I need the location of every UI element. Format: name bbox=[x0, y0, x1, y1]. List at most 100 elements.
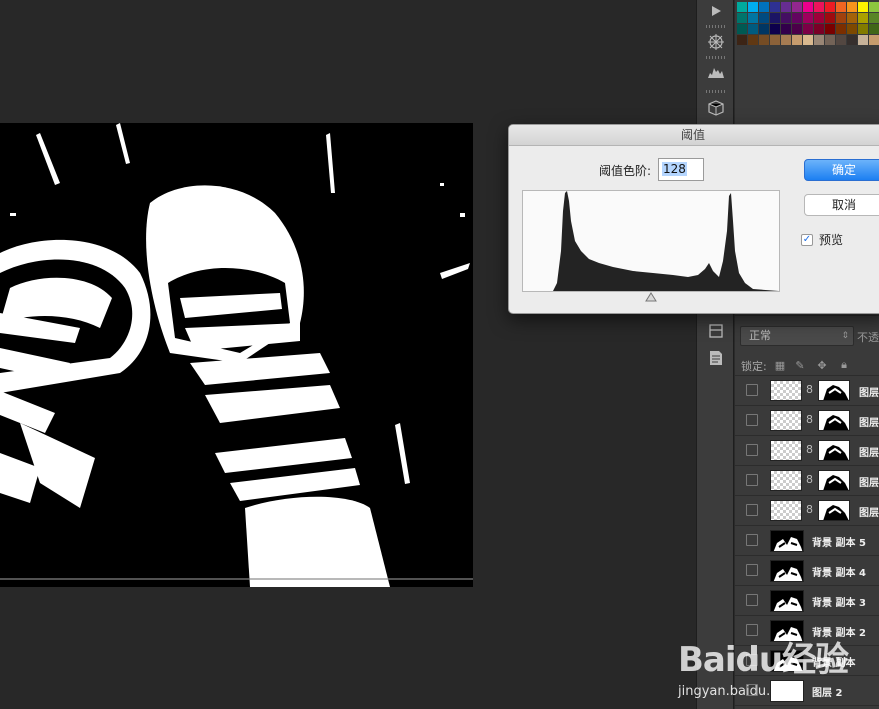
color-swatch[interactable] bbox=[737, 2, 747, 12]
layer-row[interactable]: 8 图层 bbox=[735, 436, 879, 466]
color-swatch[interactable] bbox=[869, 2, 879, 12]
layer-thumbnail[interactable] bbox=[770, 590, 804, 612]
notes-icon[interactable] bbox=[704, 347, 728, 369]
cancel-button[interactable]: 取消 bbox=[804, 194, 879, 216]
color-swatch[interactable] bbox=[836, 24, 846, 34]
layer-visibility-toggle[interactable] bbox=[746, 624, 758, 636]
color-swatch[interactable] bbox=[770, 35, 780, 45]
color-swatch[interactable] bbox=[836, 35, 846, 45]
color-swatch[interactable] bbox=[781, 35, 791, 45]
color-swatch[interactable] bbox=[759, 35, 769, 45]
layer-thumbnail[interactable] bbox=[770, 650, 804, 672]
link-icon[interactable]: 8 bbox=[806, 503, 814, 517]
color-swatch[interactable] bbox=[781, 13, 791, 23]
network-icon[interactable] bbox=[704, 31, 728, 53]
link-icon[interactable]: 8 bbox=[806, 443, 814, 457]
swatch-grid[interactable] bbox=[737, 2, 879, 45]
canvas-area[interactable] bbox=[0, 0, 696, 709]
color-swatch[interactable] bbox=[858, 13, 868, 23]
cube-icon[interactable] bbox=[704, 97, 728, 119]
color-swatch[interactable] bbox=[781, 2, 791, 12]
color-swatch[interactable] bbox=[759, 2, 769, 12]
layer-thumbnail[interactable] bbox=[770, 380, 802, 401]
layer-thumbnail[interactable] bbox=[770, 470, 802, 491]
color-swatch[interactable] bbox=[748, 2, 758, 12]
layers-panel-icon[interactable] bbox=[704, 320, 728, 342]
color-swatch[interactable] bbox=[847, 2, 857, 12]
ok-button[interactable]: 确定 bbox=[804, 159, 879, 181]
color-swatch[interactable] bbox=[770, 24, 780, 34]
color-swatch[interactable] bbox=[748, 13, 758, 23]
color-swatch[interactable] bbox=[858, 24, 868, 34]
color-swatch[interactable] bbox=[759, 13, 769, 23]
color-swatch[interactable] bbox=[869, 13, 879, 23]
color-swatch[interactable] bbox=[825, 13, 835, 23]
color-swatch[interactable] bbox=[792, 24, 802, 34]
color-swatch[interactable] bbox=[858, 35, 868, 45]
color-swatch[interactable] bbox=[847, 13, 857, 23]
threshold-level-input[interactable]: 128 bbox=[658, 158, 704, 181]
panel-grip[interactable] bbox=[706, 90, 726, 93]
layer-visibility-toggle[interactable] bbox=[746, 444, 758, 456]
layer-row[interactable]: 背景 副本 bbox=[735, 646, 879, 676]
color-swatch[interactable] bbox=[814, 35, 824, 45]
layer-thumbnail[interactable] bbox=[770, 680, 804, 702]
layer-row[interactable]: 8 图层 bbox=[735, 496, 879, 526]
color-swatch[interactable] bbox=[869, 24, 879, 34]
layer-thumbnail[interactable] bbox=[770, 500, 802, 521]
color-swatch[interactable] bbox=[759, 24, 769, 34]
color-swatch[interactable] bbox=[814, 2, 824, 12]
preview-checkbox[interactable]: ✓ bbox=[801, 234, 813, 246]
color-swatch[interactable] bbox=[792, 13, 802, 23]
color-swatch[interactable] bbox=[803, 24, 813, 34]
layer-thumbnail[interactable] bbox=[770, 410, 802, 431]
layer-visibility-toggle[interactable] bbox=[746, 414, 758, 426]
lock-transparency-icon[interactable]: ▦ bbox=[773, 358, 787, 372]
color-swatch[interactable] bbox=[825, 2, 835, 12]
lock-all-icon[interactable]: 🔒︎ bbox=[837, 358, 851, 372]
histogram-icon[interactable] bbox=[704, 61, 728, 83]
layer-row[interactable]: 8 图层 bbox=[735, 466, 879, 496]
layer-visibility-toggle[interactable] bbox=[746, 594, 758, 606]
layer-mask-thumbnail[interactable] bbox=[818, 410, 850, 431]
lock-move-icon[interactable]: ✥ bbox=[815, 358, 829, 372]
link-icon[interactable]: 8 bbox=[806, 413, 814, 427]
layer-visibility-toggle[interactable] bbox=[746, 474, 758, 486]
layer-row[interactable]: 背景 副本 3 bbox=[735, 586, 879, 616]
blend-mode-select[interactable]: 正常 ⇕ bbox=[740, 326, 854, 346]
color-swatch[interactable] bbox=[814, 13, 824, 23]
layer-visibility-toggle[interactable] bbox=[746, 654, 758, 666]
layer-thumbnail[interactable] bbox=[770, 530, 804, 552]
layer-row[interactable]: 背景 副本 5 bbox=[735, 526, 879, 556]
color-swatch[interactable] bbox=[737, 24, 747, 34]
layer-visibility-toggle[interactable] bbox=[746, 564, 758, 576]
layer-visibility-toggle[interactable] bbox=[746, 534, 758, 546]
color-swatch[interactable] bbox=[781, 24, 791, 34]
play-icon[interactable] bbox=[704, 0, 728, 22]
threshold-slider-handle[interactable] bbox=[645, 292, 657, 302]
color-swatch[interactable] bbox=[737, 13, 747, 23]
color-swatch[interactable] bbox=[803, 35, 813, 45]
layer-row[interactable]: 背景 副本 2 bbox=[735, 616, 879, 646]
lock-brush-icon[interactable]: ✎ bbox=[793, 358, 807, 372]
color-swatch[interactable] bbox=[792, 35, 802, 45]
color-swatch[interactable] bbox=[858, 2, 868, 12]
layer-visibility-toggle[interactable] bbox=[746, 384, 758, 396]
layer-thumbnail[interactable] bbox=[770, 560, 804, 582]
color-swatch[interactable] bbox=[825, 35, 835, 45]
panel-grip[interactable] bbox=[706, 56, 726, 59]
layer-visibility-toggle[interactable] bbox=[746, 504, 758, 516]
color-swatch[interactable] bbox=[803, 13, 813, 23]
layer-mask-thumbnail[interactable] bbox=[818, 500, 850, 521]
panel-grip[interactable] bbox=[706, 25, 726, 28]
layer-mask-thumbnail[interactable] bbox=[818, 380, 850, 401]
color-swatch[interactable] bbox=[770, 13, 780, 23]
color-swatch[interactable] bbox=[847, 35, 857, 45]
color-swatch[interactable] bbox=[825, 24, 835, 34]
layer-row[interactable]: 图层 2 bbox=[735, 676, 879, 706]
color-swatch[interactable] bbox=[836, 2, 846, 12]
color-swatch[interactable] bbox=[836, 13, 846, 23]
layer-thumbnail[interactable] bbox=[770, 440, 802, 461]
layer-row[interactable]: 8 图层 bbox=[735, 376, 879, 406]
color-swatch[interactable] bbox=[803, 2, 813, 12]
